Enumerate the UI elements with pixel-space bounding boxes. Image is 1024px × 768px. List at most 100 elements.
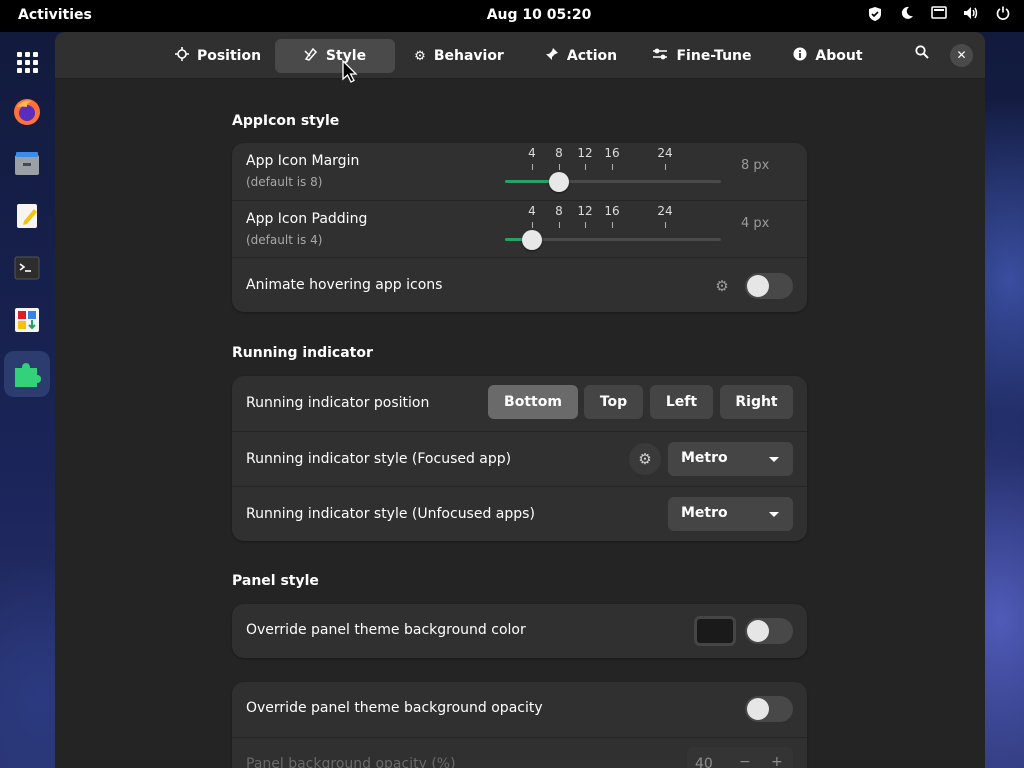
animate-hover-label: Animate hovering app icons	[246, 277, 443, 293]
app-icon-padding-default: (default is 4)	[246, 233, 323, 247]
row-indicator-position: Running indicator position Bottom Top Le…	[232, 376, 807, 431]
running-indicator-group: Running indicator position Bottom Top Le…	[232, 376, 807, 541]
show-apps-button[interactable]	[4, 39, 50, 85]
animate-hover-switch[interactable]	[745, 273, 793, 299]
panel-opacity-group: Override panel theme background opacity …	[232, 682, 807, 768]
animate-hover-settings-button[interactable]: ⚙	[706, 270, 738, 302]
close-icon: ✕	[956, 48, 967, 62]
dash-item-terminal[interactable]	[4, 245, 50, 291]
override-opacity-label: Override panel theme background opacity	[246, 700, 543, 716]
tab-behavior-label: Behavior	[433, 48, 504, 64]
screen-icon[interactable]	[930, 6, 948, 24]
slider-tick	[559, 164, 560, 170]
chevron-down-icon	[769, 512, 779, 517]
opacity-spin-value: 40	[695, 756, 713, 768]
header-bar: Position Style ⚙ Behavior Action Fine-Tu…	[55, 32, 985, 79]
tab-action-label: Action	[566, 48, 618, 64]
row-animate-hover: Animate hovering app icons ⚙	[232, 257, 807, 312]
pin-icon	[545, 47, 559, 65]
slider-mark-label: 16	[604, 204, 620, 218]
tab-about-label: About	[815, 48, 863, 64]
indicator-focused-dropdown[interactable]: Metro	[668, 442, 793, 476]
dash-item-files[interactable]	[4, 141, 50, 187]
tab-action[interactable]: Action	[533, 39, 629, 73]
mouse-cursor-icon	[342, 60, 358, 83]
slider-tick	[665, 164, 666, 170]
switch-knob	[747, 698, 769, 720]
slider-mark-label: 12	[577, 146, 593, 160]
dash-item-extensions[interactable]	[4, 351, 50, 397]
tab-position[interactable]: Position	[163, 39, 273, 73]
tab-behavior[interactable]: ⚙ Behavior	[403, 39, 515, 73]
increase-button[interactable]: +	[771, 754, 783, 768]
slider-mark-label: 24	[657, 146, 673, 160]
gear-icon: ⚙	[715, 277, 729, 295]
panel-color-group: Override panel theme background color	[232, 604, 807, 658]
top-bar: Activities Aug 10 05:20	[0, 0, 1024, 32]
indicator-position-label: Running indicator position	[246, 395, 430, 411]
color-preview	[697, 619, 733, 643]
section-title-panel-style: Panel style	[232, 573, 319, 589]
power-icon[interactable]	[994, 6, 1012, 24]
indicator-unfocused-label: Running indicator style (Unfocused apps)	[246, 506, 535, 522]
files-icon	[15, 152, 39, 175]
row-app-icon-padding: App Icon Padding (default is 4) 4 8 12 16 24…	[232, 200, 807, 257]
dash-item-firefox[interactable]	[4, 89, 50, 135]
slider-tick	[532, 164, 533, 170]
row-indicator-unfocused: Running indicator style (Unfocused apps)…	[232, 486, 807, 541]
slider-mark-label: 12	[577, 204, 593, 218]
night-light-icon[interactable]	[898, 6, 916, 24]
app-icon-margin-slider[interactable]: 4 8 12 16 24	[505, 146, 723, 192]
slider-knob[interactable]	[549, 172, 569, 192]
indicator-unfocused-dropdown[interactable]: Metro	[668, 497, 793, 531]
info-icon	[793, 47, 807, 65]
position-bottom-button[interactable]: Bottom	[488, 385, 578, 419]
tab-about[interactable]: About	[783, 39, 873, 73]
app-icon-padding-label: App Icon Padding	[246, 211, 368, 227]
decrease-button[interactable]: −	[739, 754, 751, 768]
tab-fine-tune-label: Fine-Tune	[676, 48, 752, 64]
slider-mark-label: 8	[555, 146, 563, 160]
app-icon-margin-label: App Icon Margin	[246, 153, 360, 169]
extensions-icon	[15, 363, 41, 387]
dash-item-text-editor[interactable]	[4, 193, 50, 239]
system-tray[interactable]	[866, 6, 1012, 24]
indicator-focused-settings-button[interactable]: ⚙	[629, 443, 661, 475]
tab-style[interactable]: Style	[275, 39, 395, 73]
row-override-opacity: Override panel theme background opacity	[232, 682, 807, 737]
opacity-value-label: Panel background opacity (%)	[246, 756, 456, 768]
override-opacity-switch[interactable]	[745, 696, 793, 722]
text-editor-icon	[17, 204, 37, 228]
switch-knob	[747, 275, 769, 297]
panel-color-button[interactable]	[694, 616, 736, 646]
override-color-switch[interactable]	[745, 618, 793, 644]
slider-tick	[665, 222, 666, 228]
switch-knob	[747, 620, 769, 642]
position-top-button[interactable]: Top	[584, 385, 643, 419]
row-opacity-value: Panel background opacity (%) 40 − +	[232, 737, 807, 768]
slider-tick	[585, 164, 586, 170]
app-icon-margin-default: (default is 8)	[246, 175, 323, 189]
slider-tick	[612, 222, 613, 228]
row-app-icon-margin: App Icon Margin (default is 8) 4 8 12 16 24 …	[232, 143, 807, 200]
position-right-button[interactable]: Right	[720, 385, 793, 419]
volume-icon[interactable]	[962, 6, 980, 24]
chevron-down-icon	[769, 457, 779, 462]
app-icon-padding-slider[interactable]: 4 8 12 16 24	[505, 204, 723, 250]
slider-tick	[612, 164, 613, 170]
tab-fine-tune[interactable]: Fine-Tune	[647, 39, 757, 73]
dash-item-software[interactable]	[4, 297, 50, 343]
close-button[interactable]: ✕	[950, 44, 973, 67]
gear-icon: ⚙	[638, 450, 652, 468]
search-button[interactable]	[910, 45, 934, 67]
opacity-spinbutton[interactable]: 40 − +	[687, 747, 793, 768]
search-icon	[915, 45, 929, 59]
slider-knob[interactable]	[522, 230, 542, 250]
section-title-running-indicator: Running indicator	[232, 345, 373, 361]
dash	[0, 34, 54, 414]
shield-icon[interactable]	[866, 6, 884, 24]
settings-window: Position Style ⚙ Behavior Action Fine-Tu…	[55, 32, 985, 768]
position-left-button[interactable]: Left	[650, 385, 713, 419]
firefox-icon	[14, 99, 40, 125]
slider-mark-label: 4	[528, 204, 536, 218]
